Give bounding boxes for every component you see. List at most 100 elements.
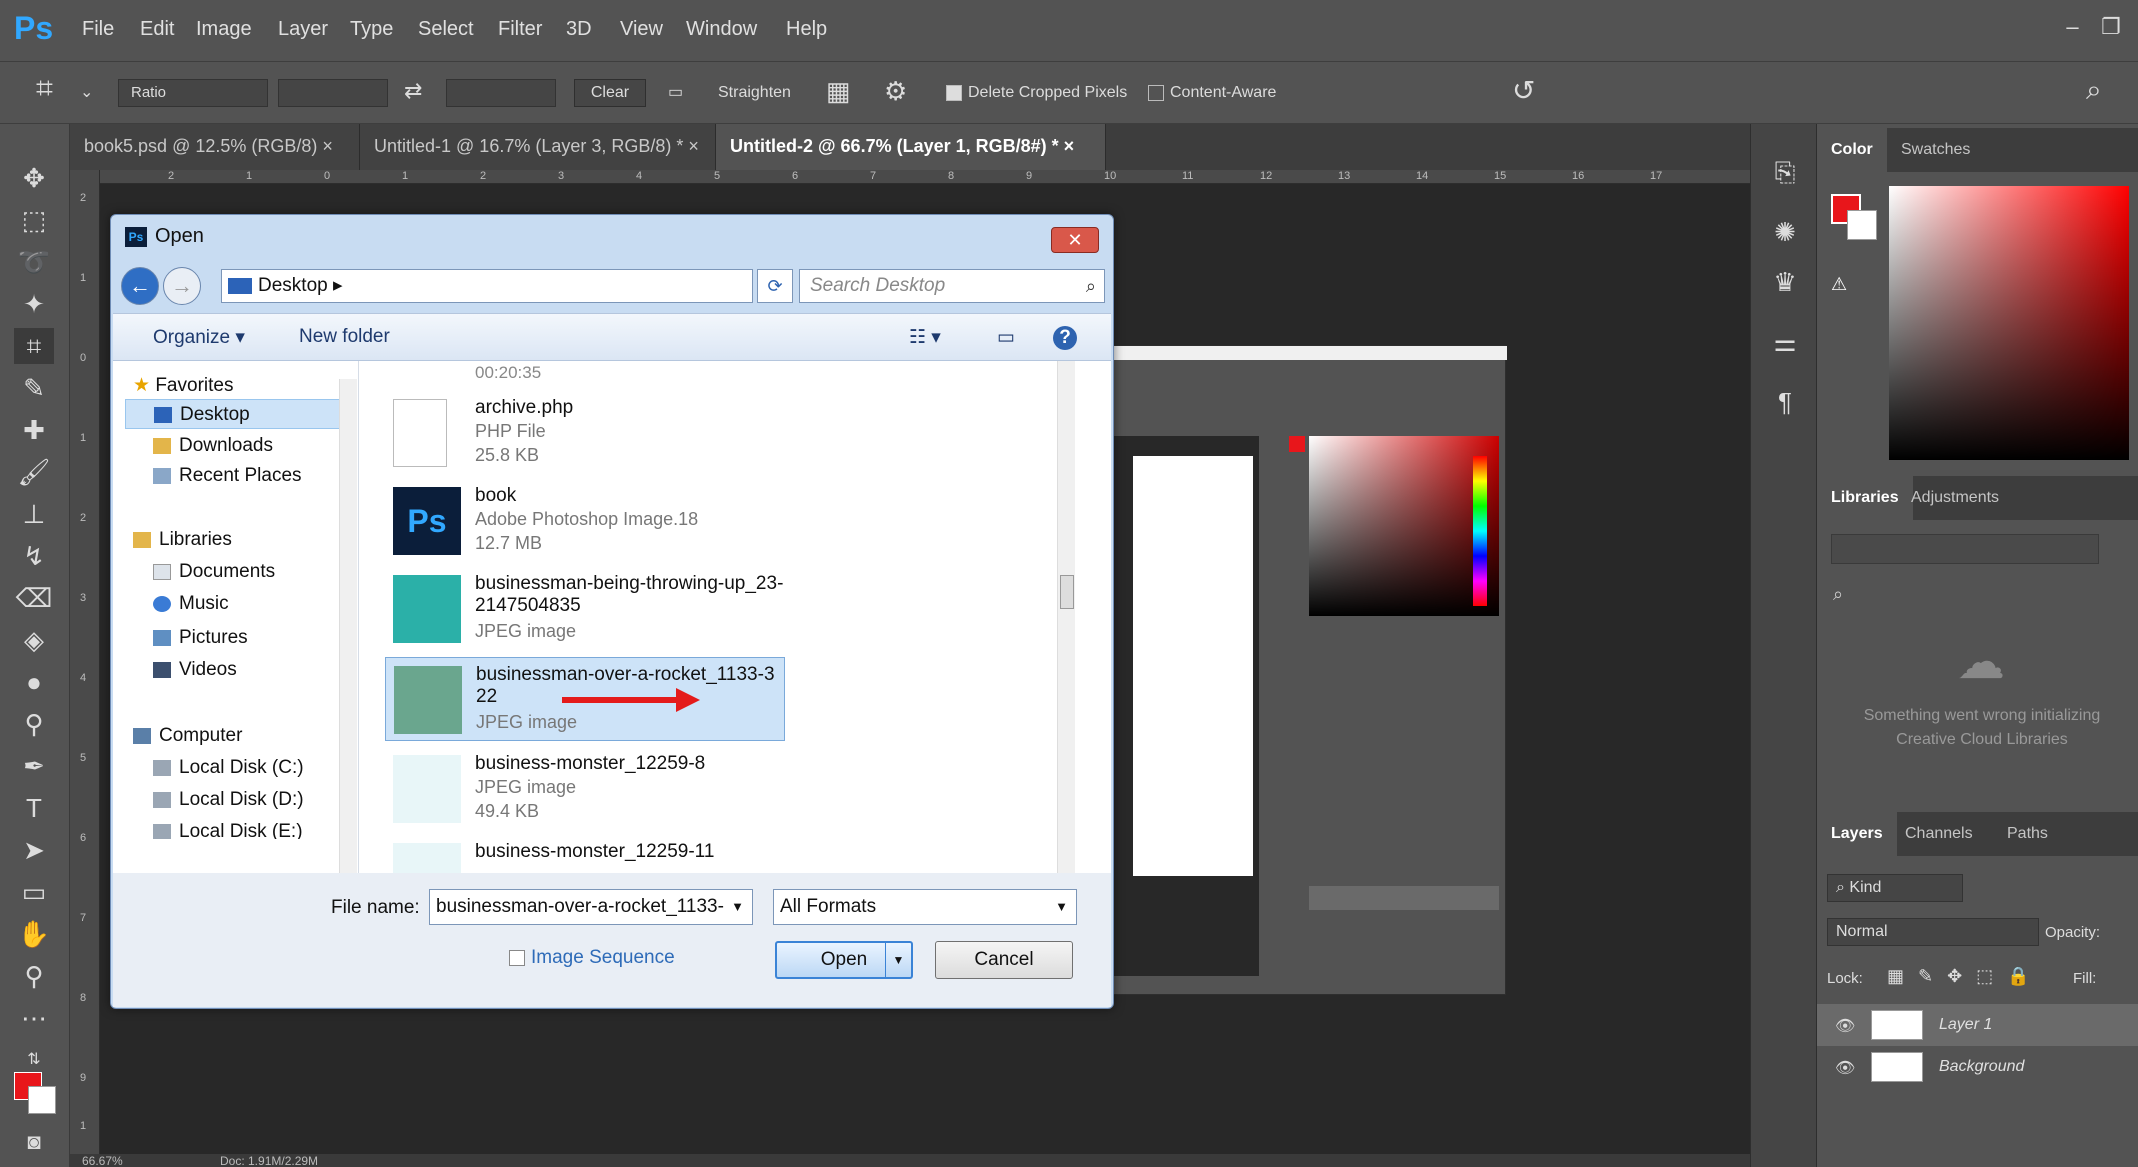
- clear-button[interactable]: Clear: [574, 79, 646, 107]
- menu-edit[interactable]: Edit: [140, 18, 174, 41]
- close-button[interactable]: ✕: [1051, 227, 1099, 253]
- search-icon[interactable]: ⌕: [1086, 270, 1096, 302]
- file-item-business-monster-11[interactable]: business-monster_12259-11: [385, 835, 785, 873]
- nav-downloads[interactable]: Downloads: [153, 431, 273, 461]
- nav-desktop[interactable]: Desktop: [125, 399, 345, 429]
- blend-mode-select[interactable]: Normal: [1827, 918, 2039, 946]
- swap-icon[interactable]: ⇄: [404, 78, 422, 104]
- hand-tool-icon[interactable]: ✋: [14, 916, 54, 952]
- chevron-down-icon[interactable]: ▼: [1055, 890, 1068, 924]
- file-item-archive-php[interactable]: archive.php PHP File 25.8 KB: [385, 391, 785, 475]
- menu-window[interactable]: Window: [686, 18, 757, 41]
- path-selection-icon[interactable]: ➤: [14, 832, 54, 868]
- crop-tool-icon[interactable]: ⌗: [36, 72, 53, 106]
- scrollbar-thumb[interactable]: [1060, 575, 1074, 609]
- color-picker-field[interactable]: [1889, 186, 2129, 460]
- nav-music[interactable]: Music: [153, 589, 229, 619]
- clone-stamp-icon[interactable]: ⊥: [14, 496, 54, 532]
- marquee-tool-icon[interactable]: ⬚: [14, 202, 54, 238]
- open-split-arrow-icon[interactable]: ▼: [885, 943, 911, 977]
- preview-pane-icon[interactable]: ▭: [997, 326, 1015, 349]
- reset-icon[interactable]: ↺: [1512, 74, 1535, 107]
- menu-type[interactable]: Type: [350, 18, 393, 41]
- magic-wand-tool-icon[interactable]: ✦: [14, 286, 54, 322]
- layer-row-layer-1[interactable]: 👁 Layer 1: [1817, 1004, 2138, 1046]
- menu-3d[interactable]: 3D: [566, 18, 592, 41]
- nav-scrollbar[interactable]: [339, 379, 357, 873]
- blur-tool-icon[interactable]: ●: [14, 664, 54, 700]
- tab-swatches[interactable]: Swatches: [1887, 128, 1984, 172]
- cancel-button[interactable]: Cancel: [935, 941, 1073, 979]
- open-button[interactable]: Open ▼: [775, 941, 913, 979]
- minimize-icon[interactable]: –: [2056, 14, 2090, 44]
- file-item-businessman-throwing[interactable]: businessman-being-throwing-up_23-2147504…: [385, 567, 785, 651]
- eye-icon[interactable]: 👁: [1835, 1016, 1855, 1036]
- ratio-select[interactable]: Ratio: [118, 79, 268, 107]
- quick-mask-icon[interactable]: ◙: [14, 1124, 54, 1160]
- view-options-icon[interactable]: ☷ ▾: [909, 326, 941, 349]
- history-icon[interactable]: ⎘: [1767, 154, 1803, 190]
- nav-recent-places[interactable]: Recent Places: [153, 461, 302, 491]
- zoom-readout[interactable]: 66.67%: [82, 1154, 123, 1167]
- menu-layer[interactable]: Layer: [278, 18, 328, 41]
- dodge-tool-icon[interactable]: ⚲: [14, 706, 54, 742]
- color-panel-background[interactable]: [1847, 210, 1877, 240]
- libraries-header[interactable]: Libraries: [133, 525, 232, 555]
- brush-tool-icon[interactable]: 🖌: [14, 454, 54, 490]
- favorites-header[interactable]: ★ Favorites: [133, 371, 233, 401]
- lasso-tool-icon[interactable]: ➰: [14, 244, 54, 280]
- straighten-label[interactable]: Straighten: [718, 84, 791, 102]
- nav-local-disk-c[interactable]: Local Disk (C:): [153, 753, 304, 783]
- chevron-down-icon[interactable]: ⌄: [80, 82, 93, 102]
- nav-local-disk-d[interactable]: Local Disk (D:): [153, 785, 304, 815]
- nav-local-disk-e[interactable]: Local Disk (E:): [153, 817, 303, 839]
- pen-tool-icon[interactable]: ✒: [14, 748, 54, 784]
- menu-help[interactable]: Help: [786, 18, 827, 41]
- type-tool-icon[interactable]: T: [14, 790, 54, 826]
- refresh-icon[interactable]: ⟳: [757, 269, 793, 303]
- history-brush-icon[interactable]: ↯: [14, 538, 54, 574]
- brush-settings-icon[interactable]: ✺: [1767, 214, 1803, 250]
- search-icon[interactable]: ⌕: [2086, 74, 2102, 107]
- nav-pictures[interactable]: Pictures: [153, 623, 248, 653]
- file-item-business-monster-8[interactable]: business-monster_12259-8 JPEG image 49.4…: [385, 747, 785, 831]
- eyedropper-tool-icon[interactable]: ✎: [14, 370, 54, 406]
- tab-book5[interactable]: book5.psd @ 12.5% (RGB/8) ×: [70, 124, 360, 170]
- computer-header[interactable]: Computer: [133, 721, 242, 751]
- zoom-tool-icon[interactable]: ⚲: [14, 958, 54, 994]
- organize-button[interactable]: Organize ▾: [153, 326, 245, 349]
- paragraph-icon[interactable]: ¶: [1767, 384, 1803, 420]
- file-type-select[interactable]: All Formats ▼: [773, 889, 1077, 925]
- tab-untitled-1[interactable]: Untitled-1 @ 16.7% (Layer 3, RGB/8) * ×: [360, 124, 716, 170]
- chevron-down-icon[interactable]: ▼: [731, 890, 744, 924]
- content-aware-checkbox[interactable]: Content-Aware: [1148, 84, 1276, 102]
- nav-documents[interactable]: Documents: [153, 557, 275, 587]
- forward-arrow-icon[interactable]: →: [163, 267, 201, 305]
- lock-icons[interactable]: ▦✎✥⬚🔒: [1887, 966, 2044, 987]
- gear-icon[interactable]: ⚙: [884, 76, 907, 107]
- tab-color[interactable]: Color: [1817, 128, 1887, 172]
- help-icon[interactable]: ?: [1053, 326, 1077, 350]
- file-name-input[interactable]: businessman-over-a-rocket_1133- ▼: [429, 889, 753, 925]
- tab-adjustments[interactable]: Adjustments: [1897, 476, 2013, 520]
- new-folder-button[interactable]: New folder: [299, 326, 390, 348]
- move-tool-icon[interactable]: ✥: [14, 160, 54, 196]
- library-select[interactable]: [1831, 534, 2099, 564]
- eraser-tool-icon[interactable]: ⌫: [14, 580, 54, 616]
- grid-overlay-icon[interactable]: ▦: [826, 76, 851, 107]
- file-list-scrollbar[interactable]: [1057, 361, 1075, 873]
- back-arrow-icon[interactable]: ←: [121, 267, 159, 305]
- background-color-swatch[interactable]: [28, 1086, 56, 1114]
- healing-brush-icon[interactable]: ✚: [14, 412, 54, 448]
- height-field[interactable]: [446, 79, 556, 107]
- restore-icon[interactable]: ❐: [2094, 14, 2128, 44]
- crop-tool-icon[interactable]: ⌗: [14, 328, 54, 364]
- tab-layers[interactable]: Layers: [1817, 812, 1897, 856]
- clone-source-icon[interactable]: ♛: [1767, 264, 1803, 300]
- menu-image[interactable]: Image: [196, 18, 252, 41]
- more-tools-icon[interactable]: ⋯: [14, 1000, 54, 1036]
- delete-cropped-checkbox[interactable]: Delete Cropped Pixels: [946, 84, 1127, 102]
- tab-paths[interactable]: Paths: [1993, 812, 2062, 856]
- layer-filter-select[interactable]: ⌕ Kind: [1827, 874, 1963, 902]
- tab-channels[interactable]: Channels: [1891, 812, 1987, 856]
